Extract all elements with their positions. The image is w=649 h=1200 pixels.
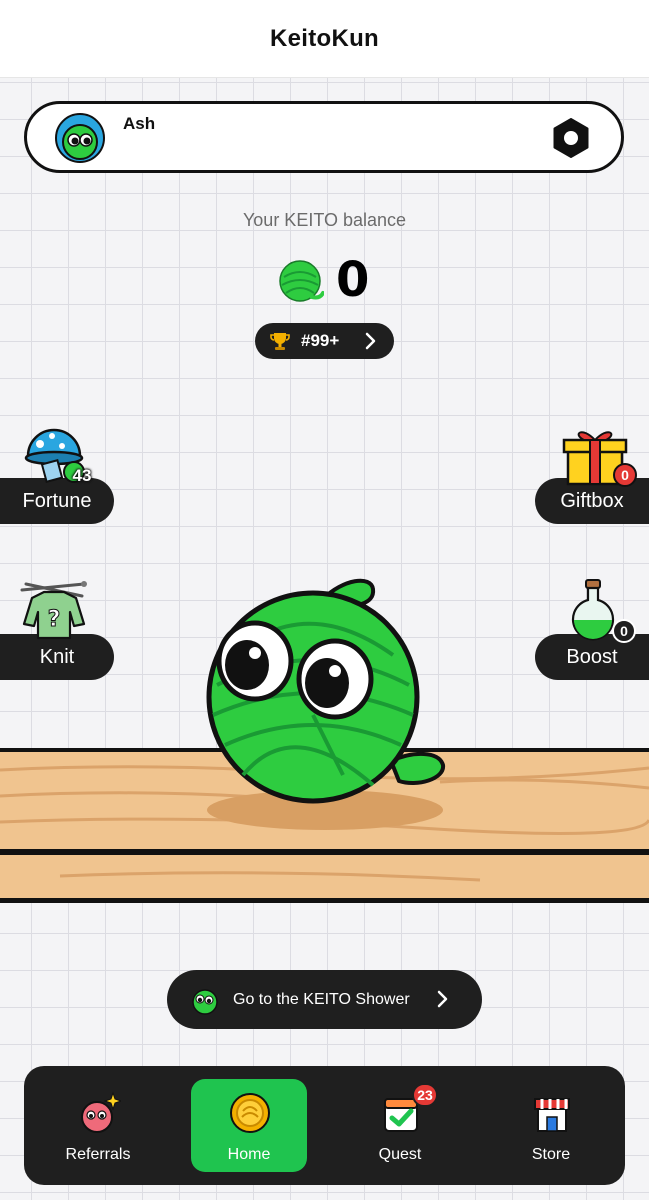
yarn-coin-icon (279, 260, 324, 302)
nav-referrals-label: Referrals (65, 1146, 131, 1163)
knit-sweater-icon: ? (20, 581, 87, 640)
nav-quest[interactable]: 23 Quest (342, 1079, 458, 1172)
trophy-icon (270, 333, 290, 350)
keito-shower-label: Go to the KEITO Shower (233, 990, 410, 1008)
keito-yarn-mascot[interactable] (203, 575, 448, 807)
giftbox-badge: 0 (613, 463, 637, 487)
chevron-right-icon (437, 990, 448, 1008)
keito-shower-button[interactable]: Go to the KEITO Shower (167, 970, 482, 1029)
username: Ash (123, 114, 156, 133)
fortune-badge: 43 (72, 466, 92, 485)
avatar[interactable] (55, 113, 105, 163)
nav-referrals[interactable]: Referrals (40, 1079, 156, 1172)
title-bar: KeitoKun (0, 0, 649, 78)
profile-bar[interactable]: Ash (24, 101, 624, 173)
nav-store[interactable]: Store (493, 1079, 609, 1172)
quest-badge: 23 (412, 1083, 438, 1107)
store-icon (534, 1098, 570, 1132)
nav-home-label: Home (227, 1146, 271, 1163)
fortune-button[interactable]: Fortune (0, 478, 114, 524)
referrals-icon (81, 1091, 121, 1133)
nav-store-label: Store (531, 1146, 571, 1163)
balance-display: 0 (278, 254, 369, 306)
settings-icon[interactable] (551, 118, 591, 158)
knit-label: Knit (39, 645, 75, 668)
bottom-nav: Referrals Home 23 Quest Store (24, 1066, 625, 1185)
app-title: KeitoKun (269, 24, 380, 52)
potion-bottle-icon (571, 579, 615, 641)
boost-badge: 0 (612, 619, 636, 643)
giftbox-label: Giftbox (560, 489, 624, 512)
coin-icon (230, 1093, 270, 1133)
svg-text:?: ? (48, 607, 61, 632)
rank-text: #99+ (301, 331, 340, 350)
nav-quest-label: Quest (378, 1146, 422, 1163)
mini-mascot-icon (192, 988, 218, 1015)
boost-label: Boost (566, 645, 618, 668)
balance-label: Your KEITO balance (242, 210, 407, 230)
fortune-label: Fortune (22, 489, 92, 512)
balance-value: 0 (336, 252, 370, 308)
rank-button[interactable]: #99+ (255, 323, 394, 359)
chevron-right-icon (365, 332, 376, 350)
nav-home[interactable]: Home (191, 1079, 307, 1172)
